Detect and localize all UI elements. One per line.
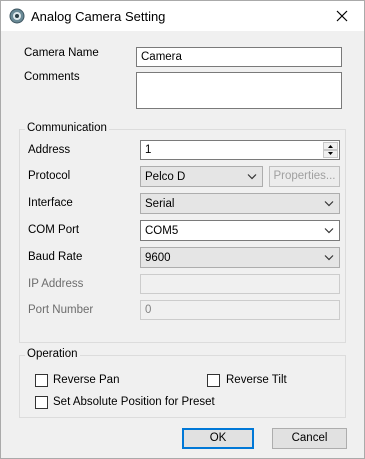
properties-button[interactable]: Properties... bbox=[269, 166, 340, 187]
port-number-label: Port Number bbox=[28, 304, 94, 316]
protocol-select[interactable]: Pelco D bbox=[140, 166, 263, 187]
camera-icon bbox=[9, 8, 25, 24]
interface-value: Serial bbox=[145, 198, 175, 210]
chevron-down-icon bbox=[247, 174, 257, 180]
interface-select[interactable]: Serial bbox=[140, 193, 340, 214]
spin-down-icon bbox=[328, 152, 333, 155]
protocol-label: Protocol bbox=[28, 170, 71, 182]
com-port-value: COM5 bbox=[145, 225, 179, 237]
protocol-value: Pelco D bbox=[145, 171, 186, 183]
interface-label: Interface bbox=[28, 197, 73, 209]
analog-camera-setting-dialog: Analog Camera Setting Camera Name Camera… bbox=[0, 0, 365, 459]
address-spin-buttons[interactable] bbox=[323, 142, 338, 158]
chevron-down-icon bbox=[324, 255, 334, 261]
operation-group bbox=[19, 355, 346, 418]
spin-up-button[interactable] bbox=[323, 142, 338, 150]
close-icon bbox=[336, 10, 348, 22]
ip-address-label: IP Address bbox=[28, 278, 84, 290]
baud-rate-label: Baud Rate bbox=[28, 251, 83, 263]
operation-group-title: Operation bbox=[25, 348, 80, 360]
reverse-pan-checkbox[interactable] bbox=[35, 374, 48, 387]
reverse-pan-label[interactable]: Reverse Pan bbox=[53, 374, 119, 386]
com-port-combobox[interactable]: COM5 bbox=[140, 220, 340, 241]
baud-rate-value: 9600 bbox=[145, 252, 171, 264]
chevron-down-icon bbox=[324, 228, 334, 234]
spin-up-icon bbox=[328, 145, 333, 148]
baud-rate-select[interactable]: 9600 bbox=[140, 247, 340, 268]
chevron-down-icon bbox=[324, 201, 334, 207]
address-spinbox[interactable]: 1 bbox=[140, 140, 340, 160]
com-port-label: COM Port bbox=[28, 224, 80, 236]
close-button[interactable] bbox=[320, 1, 364, 31]
camera-name-input[interactable]: Camera bbox=[136, 47, 342, 67]
absolute-position-label[interactable]: Set Absolute Position for Preset bbox=[53, 396, 215, 408]
window-title: Analog Camera Setting bbox=[31, 9, 166, 24]
port-number-input[interactable]: 0 bbox=[140, 300, 340, 320]
reverse-tilt-label[interactable]: Reverse Tilt bbox=[226, 374, 287, 386]
address-label: Address bbox=[28, 144, 71, 156]
ok-button[interactable]: OK bbox=[182, 428, 254, 449]
ip-address-input[interactable] bbox=[140, 274, 340, 294]
comments-label: Comments bbox=[24, 71, 80, 83]
absolute-position-checkbox[interactable] bbox=[35, 396, 48, 409]
spin-down-button[interactable] bbox=[323, 150, 338, 158]
address-value: 1 bbox=[145, 144, 152, 156]
communication-group-title: Communication bbox=[25, 122, 109, 134]
cancel-button[interactable]: Cancel bbox=[272, 428, 347, 449]
reverse-tilt-checkbox[interactable] bbox=[207, 374, 220, 387]
camera-name-label: Camera Name bbox=[24, 47, 99, 59]
title-bar: Analog Camera Setting bbox=[1, 1, 364, 31]
comments-input[interactable] bbox=[136, 72, 342, 109]
